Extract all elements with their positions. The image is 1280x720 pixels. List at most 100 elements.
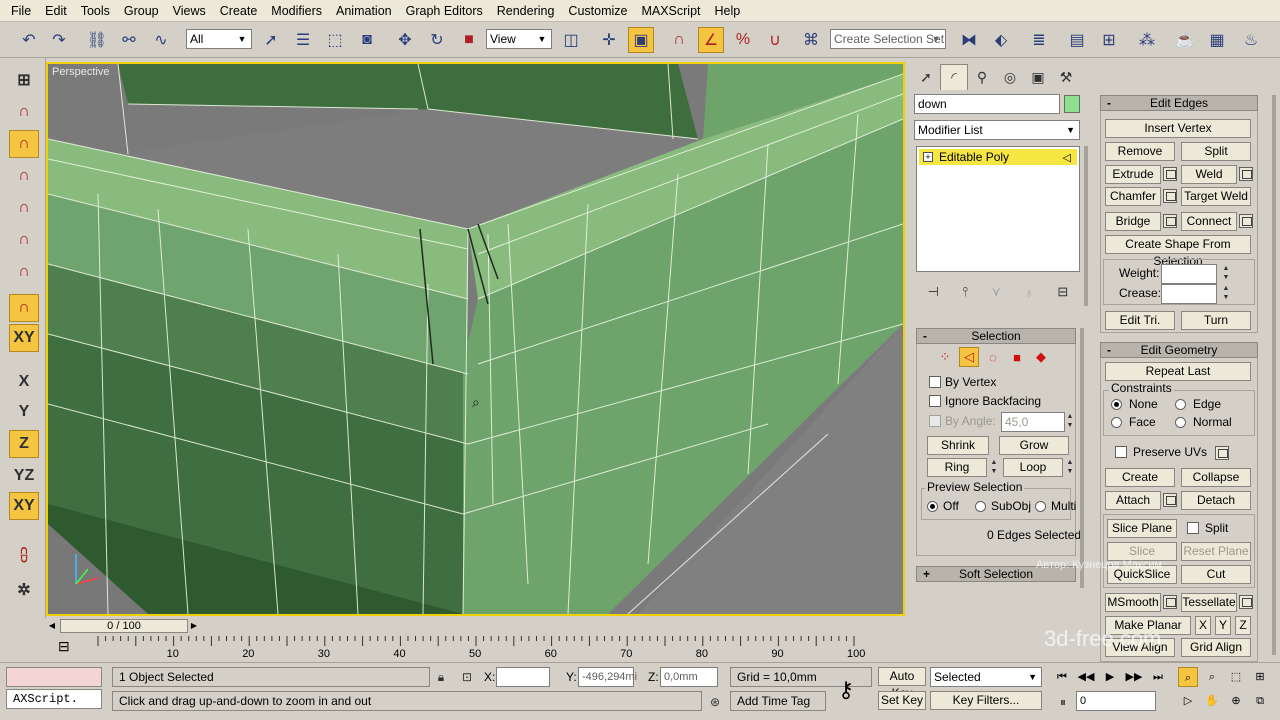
field-of-view-icon[interactable]: ▷ — [1178, 691, 1198, 711]
lock-icon[interactable]: 🔒︎ — [432, 668, 450, 686]
go-to-start-icon[interactable]: ⏮ — [1052, 667, 1072, 687]
select-manipulate-icon[interactable]: ✛ — [596, 27, 622, 53]
viewport-label[interactable]: Perspective — [52, 66, 109, 78]
track-bar[interactable]: ⊟ 10 20 30 40 50 60 70 80 90 100 — [0, 636, 908, 662]
utilities-tab-icon[interactable]: ⚒ — [1052, 64, 1080, 90]
ignore-backfacing-checkbox[interactable] — [929, 395, 941, 407]
edge-mode-icon[interactable]: ◁ — [959, 347, 979, 367]
snap-toggle-icon[interactable]: ∩ — [666, 27, 692, 53]
slice-plane-button[interactable]: Slice Plane — [1107, 519, 1177, 538]
loop-spinner[interactable]: ▲ ▼ — [1065, 458, 1075, 477]
axis-y-button[interactable]: Y — [9, 398, 39, 426]
by-vertex-checkbox[interactable] — [929, 376, 941, 388]
constraint-edge-radio[interactable] — [1175, 399, 1186, 410]
align-icon[interactable]: ⬖ — [988, 27, 1014, 53]
shrink-button[interactable]: Shrink — [927, 436, 989, 455]
select-link-icon[interactable]: ⛓ — [84, 27, 110, 53]
percent-snap-icon[interactable]: % — [730, 27, 756, 53]
layer-manager-icon[interactable]: ≣ — [1026, 27, 1052, 53]
crease-input[interactable] — [1161, 284, 1217, 304]
modify-tab-icon[interactable]: ◜ — [940, 64, 968, 90]
msmooth-settings-icon[interactable] — [1163, 595, 1177, 609]
weld-settings-icon[interactable] — [1239, 167, 1253, 181]
constraint-none-radio[interactable] — [1111, 399, 1122, 410]
planar-z-button[interactable]: Z — [1235, 616, 1251, 635]
time-slider-thumb[interactable]: 0 / 100 — [60, 619, 188, 633]
undo-icon[interactable]: ↶ — [16, 27, 42, 53]
zoom-extents-all-icon[interactable]: ⊞ — [1250, 667, 1270, 687]
repeat-last-button[interactable]: Repeat Last — [1105, 362, 1251, 381]
detach-button[interactable]: Detach — [1181, 491, 1251, 510]
menu-views[interactable]: Views — [166, 0, 213, 22]
named-selection-set-field[interactable]: Create Selection Set ▼ — [830, 29, 946, 49]
zoom-all-icon[interactable]: ⌕ — [1202, 667, 1222, 687]
select-move-icon[interactable]: ✥ — [392, 27, 418, 53]
target-weld-button[interactable]: Target Weld — [1181, 187, 1251, 206]
show-end-result-icon[interactable]: ⫯ — [962, 284, 968, 300]
constraint-xy-button[interactable]: XY — [9, 324, 39, 352]
reference-coordinate-dropdown[interactable]: View ▼ — [486, 29, 552, 49]
menu-animation[interactable]: Animation — [329, 0, 399, 22]
panel-scrollbar-right[interactable] — [1272, 95, 1276, 655]
create-tab-icon[interactable]: ➚ — [912, 64, 940, 90]
pan-icon[interactable]: ✋ — [1202, 691, 1222, 711]
split-button[interactable]: Split — [1181, 142, 1251, 161]
extrude-settings-icon[interactable] — [1163, 167, 1177, 181]
planar-x-button[interactable]: X — [1195, 616, 1211, 635]
motion-tab-icon[interactable]: ◎ — [996, 64, 1024, 90]
time-slider[interactable]: ◀ 0 / 100 ▶ — [46, 618, 905, 634]
render-setup-icon[interactable]: ☕ — [1172, 27, 1198, 53]
select-by-name-icon[interactable]: ☰ — [290, 27, 316, 53]
bridge-settings-icon[interactable] — [1163, 214, 1177, 228]
loop-button[interactable]: Loop — [1003, 458, 1063, 477]
key-mode-dropdown[interactable]: Selected ▼ — [930, 667, 1042, 687]
menu-maxscript[interactable]: MAXScript — [634, 0, 707, 22]
menu-rendering[interactable]: Rendering — [490, 0, 562, 22]
border-mode-icon[interactable]: ◌ — [983, 347, 1003, 367]
quick-render-icon[interactable]: ♨ — [1238, 27, 1264, 53]
mirror-icon[interactable]: ⧓ — [956, 27, 982, 53]
preserve-uvs-checkbox[interactable] — [1115, 446, 1127, 458]
zoom-icon[interactable]: ⌕ — [1178, 667, 1198, 687]
menu-graph-editors[interactable]: Graph Editors — [399, 0, 490, 22]
connect-settings-icon[interactable] — [1239, 214, 1253, 228]
set-key-button[interactable]: Set Key — [878, 691, 926, 710]
axis-x-button[interactable]: X — [9, 368, 39, 396]
next-frame-icon[interactable]: ▶▶ — [1124, 667, 1144, 687]
gear-cluster-icon[interactable]: ✲ — [9, 576, 39, 604]
bridge-button[interactable]: Bridge — [1105, 212, 1161, 231]
play-icon[interactable]: ▶ — [1100, 667, 1120, 687]
element-mode-icon[interactable]: ◆ — [1031, 347, 1051, 367]
menu-help[interactable]: Help — [708, 0, 748, 22]
slice-split-checkbox[interactable] — [1187, 522, 1199, 534]
rectangular-selection-icon[interactable]: ⬚ — [322, 27, 348, 53]
vertex-mode-icon[interactable]: ⁘ — [935, 347, 955, 367]
angle-snap-icon[interactable]: ∠ — [698, 27, 724, 53]
configure-sets-icon[interactable]: ⊟ — [1057, 284, 1068, 300]
edit-tri-button[interactable]: Edit Tri. — [1105, 311, 1175, 330]
magnet-icon[interactable]: ∩ — [9, 162, 39, 190]
go-to-end-icon[interactable]: ⏭ — [1148, 667, 1168, 687]
axis-z-button[interactable]: Z — [9, 430, 39, 458]
collapse-button[interactable]: Collapse — [1181, 468, 1251, 487]
pin-stack-icon[interactable]: ⊣ — [928, 284, 939, 300]
attach-settings-icon[interactable] — [1163, 493, 1177, 507]
key-icon[interactable]: ⚷ — [838, 677, 854, 703]
selection-rollout-header[interactable]: - Selection — [916, 328, 1076, 344]
tessellate-button[interactable]: Tessellate — [1181, 593, 1237, 612]
rendered-frame-icon[interactable]: ▦ — [1204, 27, 1230, 53]
remove-button[interactable]: Remove — [1105, 142, 1175, 161]
menu-customize[interactable]: Customize — [561, 0, 634, 22]
by-angle-input[interactable]: 45,0 — [1001, 412, 1065, 432]
ring-button[interactable]: Ring — [927, 458, 987, 477]
stack-item-editable-poly[interactable]: + Editable Poly ◁ — [919, 149, 1077, 165]
by-angle-checkbox[interactable] — [929, 415, 941, 427]
spinner-snap-icon[interactable]: ∪ — [762, 27, 788, 53]
grow-button[interactable]: Grow — [999, 436, 1069, 455]
attach-button[interactable]: Attach — [1105, 491, 1161, 510]
turn-button[interactable]: Turn — [1181, 311, 1251, 330]
by-angle-spinner[interactable]: ▲ ▼ — [1065, 412, 1075, 431]
select-rotate-icon[interactable]: ↻ — [424, 27, 450, 53]
create-button[interactable]: Create — [1105, 468, 1175, 487]
maxscript-listener-top[interactable] — [6, 667, 102, 687]
